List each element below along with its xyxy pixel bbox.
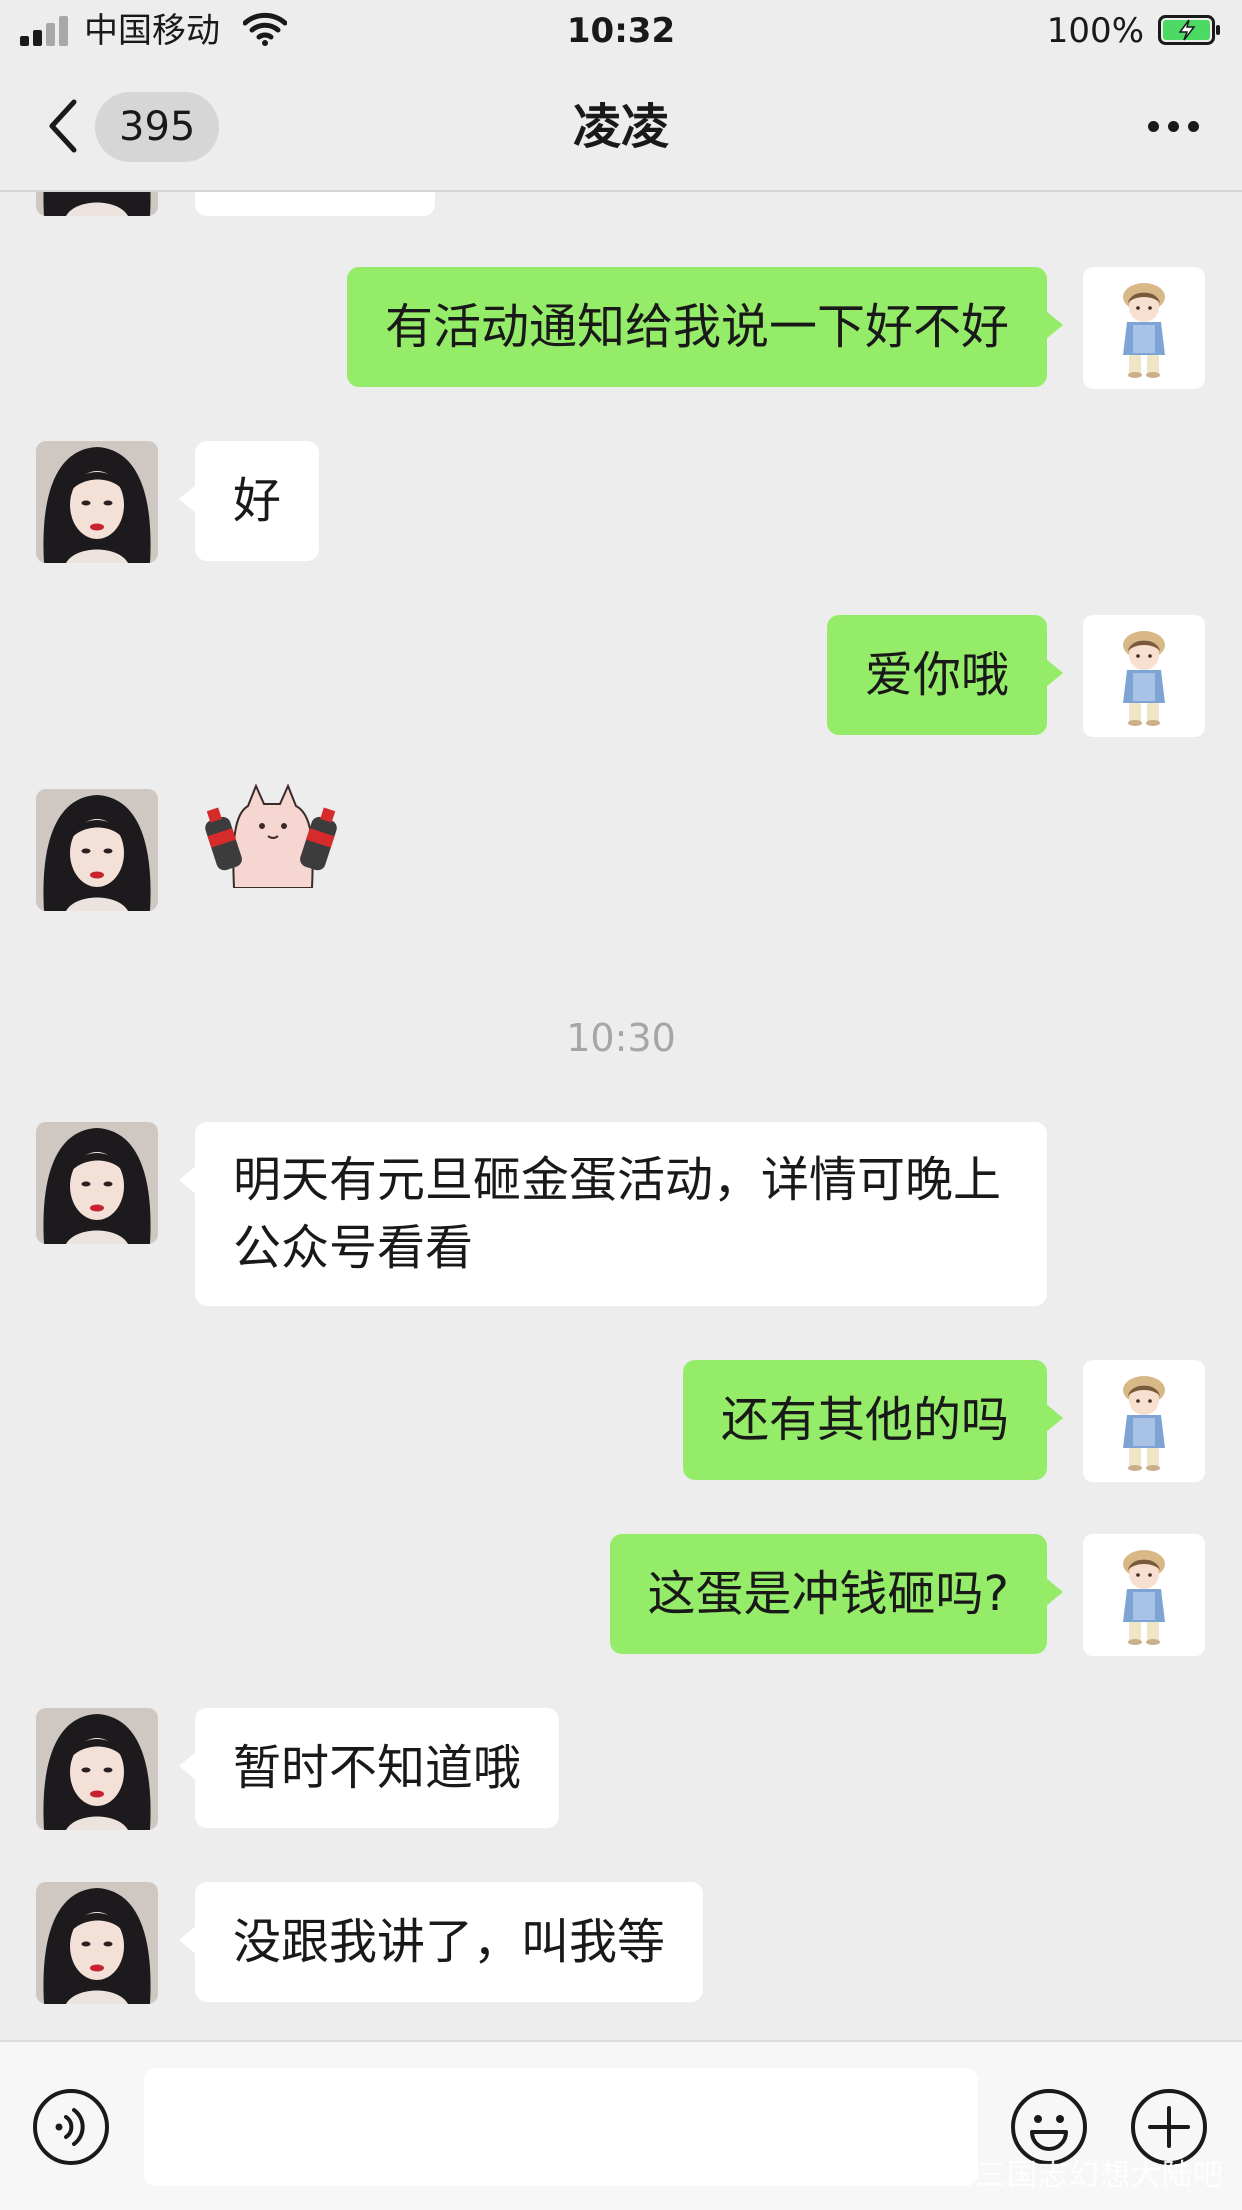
- my-avatar[interactable]: [1083, 1534, 1205, 1656]
- battery-percentage: 100%: [1046, 11, 1144, 51]
- pink-cat-holding-cola-sticker[interactable]: [200, 782, 342, 888]
- chat-header: 395 凌凌: [0, 60, 1242, 192]
- chat-title: 凌凌: [572, 99, 669, 155]
- forum-watermark: 三国志幻想大陆吧: [976, 2158, 1224, 2193]
- battery-charging-icon: [1158, 15, 1220, 45]
- my-avatar[interactable]: [1083, 615, 1205, 737]
- contact-avatar[interactable]: [36, 1708, 158, 1830]
- message-text-field[interactable]: [144, 2068, 978, 2186]
- chat-timestamp: 10:30: [566, 1016, 676, 1060]
- status-bar: 中国移动 10:32 100%: [0, 0, 1242, 60]
- message-bubble-outgoing[interactable]: 还有其他的吗: [682, 1360, 1064, 1480]
- contact-avatar[interactable]: [36, 1882, 158, 2004]
- message-bubble-incoming[interactable]: 明天有元旦砸金蛋活动，详情可晚上公众号看看: [179, 1122, 1047, 1306]
- contact-avatar[interactable]: [36, 1122, 158, 1244]
- message-bubble-incoming[interactable]: 没跟我讲了，叫我等: [178, 1882, 704, 2002]
- message-bubble-outgoing[interactable]: 爱你哦: [826, 615, 1064, 735]
- contact-avatar[interactable]: [36, 789, 158, 911]
- voice-input-icon[interactable]: [32, 2088, 110, 2166]
- message-input-bar: 三国志幻想大陆吧: [0, 2040, 1242, 2210]
- message-bubble-incoming[interactable]: 好: [178, 441, 320, 561]
- my-avatar[interactable]: [1083, 1360, 1205, 1482]
- message-bubble-outgoing[interactable]: 这蛋是冲钱砸吗?: [609, 1534, 1064, 1654]
- my-avatar[interactable]: [1083, 267, 1205, 389]
- message-bubble-incoming[interactable]: 暂时不知道哦: [178, 1708, 560, 1828]
- message-bubble-outgoing[interactable]: 有活动通知给我说一下好不好: [346, 267, 1064, 387]
- more-options-icon[interactable]: [1144, 112, 1204, 140]
- contact-avatar[interactable]: [36, 441, 158, 563]
